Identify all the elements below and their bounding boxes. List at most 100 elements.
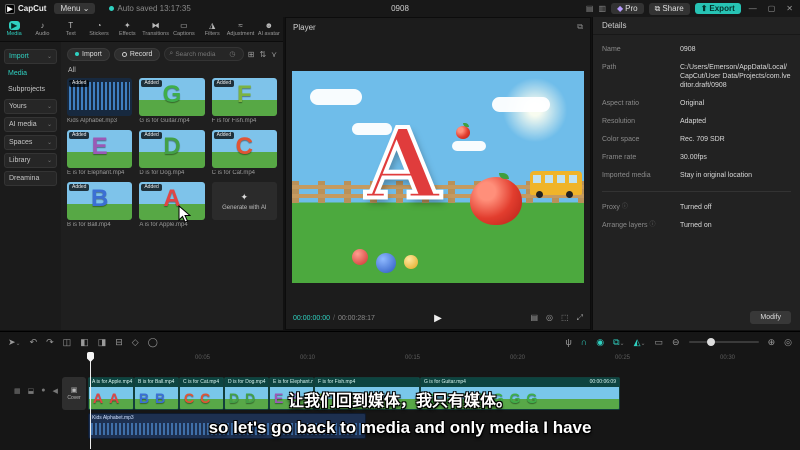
media-item-c[interactable]: C Added C is for Cat.mp4 (211, 130, 277, 176)
sidebar-item-media[interactable]: Media (4, 67, 57, 80)
redo-icon[interactable]: ↷ (46, 337, 54, 348)
detail-row-path: Path C:/Users/Emerson/AppData/Local/CapCu… (602, 64, 791, 89)
media-item-d[interactable]: D Added D is for Dog.mp4 (139, 130, 205, 176)
snap-icon[interactable]: ◉ (596, 337, 604, 348)
detail-row-proxy: Proxy ⓘ Turned off (602, 204, 712, 211)
title-bar: ▶ CapCut Menu ⌄ Auto saved 13:17:35 0908… (0, 0, 800, 17)
link-icon[interactable]: ⧉⌄ (613, 337, 624, 348)
record-button[interactable]: Record (113, 47, 161, 61)
detail-row-arrange-layers: Arrange layers ⓘ Turned on (602, 222, 712, 229)
tab-text[interactable]: T Text (57, 21, 85, 37)
media-item-f[interactable]: F Added F is for Fish.mp4 (211, 78, 277, 124)
tab-audio[interactable]: ♪ Audio (28, 21, 56, 37)
details-title: Details (593, 17, 800, 35)
sidebar-item-dreamina[interactable]: Dreamina (4, 171, 57, 186)
ruler-tick: 00:20 (510, 355, 526, 361)
tab-effects[interactable]: ✦ Effects (113, 21, 141, 37)
history-icon[interactable]: ◷ (229, 50, 235, 58)
generate-ai-tile[interactable]: ✦ Generate with AI (211, 182, 277, 228)
thumb-letter: F (236, 81, 252, 109)
tab-captions[interactable]: ▭ Captions (170, 21, 198, 37)
ratio-icon[interactable]: ⬚ (561, 313, 569, 323)
zoom-slider-knob[interactable] (706, 338, 715, 346)
media-grid: Added Kids Alphabet.mp3 G Added G is for … (67, 78, 277, 228)
tab-adjustment[interactable]: ≈ Adjustment (226, 21, 255, 37)
ruler-tick: 00:15 (405, 355, 421, 361)
transitions-icon: ⧓ (151, 21, 160, 30)
import-button[interactable]: Import (67, 47, 110, 61)
detail-row-name: Name 0908 (602, 46, 696, 53)
tab-ai-avatar[interactable]: ☻ AI avatar (255, 21, 283, 37)
fit-timeline-icon[interactable]: ◎ (784, 337, 792, 348)
media-item-e[interactable]: E Added E is for Elephant.mp4 (67, 130, 133, 176)
sidebar-item-library[interactable]: Library ⌄ (4, 153, 57, 168)
tab-filters[interactable]: ◮ Filters (198, 21, 226, 37)
detail-row-color-space: Color space Rec. 709 SDR (602, 136, 725, 143)
layout-toggle-icon[interactable]: ▤ (586, 4, 594, 13)
preview-axis-icon[interactable]: ◭⌄ (634, 337, 646, 348)
timeline-ruler[interactable]: 00:05 00:10 00:15 00:20 00:25 00:30 (0, 352, 800, 365)
record-icon (121, 51, 127, 57)
media-item-name: C is for Cat.mp4 (211, 170, 256, 176)
delete-icon[interactable]: ⊟ (115, 337, 123, 348)
fullscreen-icon[interactable]: ⤢ (577, 313, 583, 323)
mask-icon[interactable]: ◯ (148, 337, 158, 348)
minimize-button[interactable]: — (746, 4, 760, 13)
sidebar-item-yours[interactable]: Yours ⌄ (4, 99, 57, 114)
search-box[interactable]: ⌕ ◷ (164, 47, 244, 61)
pro-button[interactable]: ◆ Pro (611, 3, 644, 14)
detail-row-resolution: Resolution Adapted (602, 118, 707, 125)
delete-right-icon[interactable]: ◨ (98, 337, 107, 348)
video-preview[interactable]: A (292, 71, 584, 283)
search-input[interactable] (175, 50, 228, 58)
tab-stickers[interactable]: ◔ Stickers (85, 21, 113, 37)
export-icon: ⬆ (700, 4, 708, 13)
chevron-down-icon: ⌄ (46, 140, 52, 146)
divider (602, 191, 791, 192)
thumb-letter: E (91, 133, 108, 161)
text-icon: T (68, 21, 74, 30)
zoom-out-icon[interactable]: ⊖ (672, 337, 680, 348)
sidebar-item-spaces[interactable]: Spaces ⌄ (4, 135, 57, 150)
play-button[interactable]: ▶ (434, 313, 442, 324)
small-apple (455, 123, 470, 140)
media-item-audio[interactable]: Added Kids Alphabet.mp3 (67, 78, 133, 124)
maximize-button[interactable]: ▢ (765, 4, 779, 13)
sidebar-item-subprojects[interactable]: Subprojects (4, 83, 57, 96)
undo-icon[interactable]: ↶ (30, 337, 38, 348)
media-item-a[interactable]: A Added A is for Apple.mp4 (139, 182, 205, 228)
export-button[interactable]: ⬆ Export (694, 3, 741, 14)
popout-icon[interactable]: ⧉ (577, 22, 583, 32)
delete-left-icon[interactable]: ◧ (80, 337, 89, 348)
zoom-in-icon[interactable]: ⊕ (768, 337, 776, 348)
chevron-down-icon: ⌄ (46, 158, 52, 164)
sidebar-item-import[interactable]: Import ⌄ (4, 49, 57, 64)
modify-button[interactable]: Modify (750, 311, 791, 324)
sidebar-item-ai-media[interactable]: AI media ⌄ (4, 117, 57, 132)
cover-frame-icon[interactable]: ▭ (655, 337, 664, 348)
split-icon[interactable]: ◫ (63, 337, 72, 348)
voiceover-icon[interactable]: ψ (565, 337, 571, 347)
view-toggle-icon[interactable]: ⊞ (248, 50, 255, 59)
media-item-g[interactable]: G Added G is for Guitar.mp4 (139, 78, 205, 124)
select-tool-icon[interactable]: ➤⌄ (8, 337, 21, 348)
filter-icon[interactable]: ⋎ (271, 50, 277, 59)
render-quality-icon[interactable]: ▤ (530, 313, 538, 323)
media-icon: ▶ (8, 21, 20, 30)
keyframe-icon[interactable]: ◇ (132, 337, 139, 348)
media-item-b[interactable]: B Added B is for Ball.mp4 (67, 182, 133, 228)
filter-all-label[interactable]: All (68, 67, 277, 74)
sort-icon[interactable]: ⇅ (259, 50, 266, 59)
added-badge: Added (141, 184, 162, 191)
thumb-letter: D (163, 133, 181, 161)
captions-icon: ▭ (180, 21, 188, 30)
sparkle-icon: ✦ (240, 191, 249, 202)
share-button[interactable]: ⧉ Share (648, 2, 690, 15)
tab-transitions[interactable]: ⧓ Transitions (141, 21, 169, 37)
preview-track-icon[interactable]: ◎ (546, 313, 553, 323)
zoom-slider[interactable] (688, 338, 759, 346)
tab-media[interactable]: ▶ Media (0, 21, 28, 37)
panel-layout-icon[interactable]: ▥ (598, 4, 606, 13)
close-button[interactable]: ✕ (783, 4, 796, 13)
magnet-icon[interactable]: ∩ (581, 337, 587, 347)
